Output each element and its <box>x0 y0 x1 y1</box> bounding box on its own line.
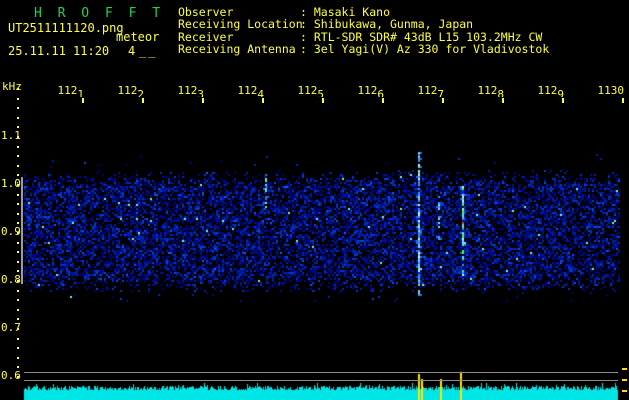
y-axis-tick-dot <box>17 318 19 320</box>
y-axis-tick-dot <box>17 146 19 148</box>
strip-scale-mark <box>622 390 627 392</box>
x-axis-tick <box>142 98 144 103</box>
header-info-row: Receiving Antenna : 3el Yagi(V) Az 330 fo… <box>178 42 550 57</box>
y-axis-tick-dot <box>17 194 19 196</box>
y-axis-tick-dot <box>17 338 19 340</box>
x-axis-tick <box>502 98 504 103</box>
x-axis-tick-label: 1129 <box>537 84 565 97</box>
y-axis-tick-dot <box>17 328 19 330</box>
x-axis-tick <box>382 98 384 103</box>
strip-scale-mark <box>622 379 627 381</box>
y-axis-tick-dot <box>17 309 19 311</box>
x-axis-tick <box>322 98 324 103</box>
band-edge-marker <box>21 177 23 284</box>
y-axis-unit-label: kHz <box>2 80 22 93</box>
x-axis-tick-label: 1128 <box>477 84 505 97</box>
x-axis-tick <box>622 98 624 103</box>
x-axis-tick-label: 1123 <box>177 84 205 97</box>
x-axis-tick <box>202 98 204 103</box>
y-axis-tick-dot <box>17 184 19 186</box>
y-axis-tick-dot <box>17 290 19 292</box>
hrofft-window: H R O F F T UT2511111120.png meteor 25.1… <box>0 0 629 400</box>
y-axis-tick-dot <box>17 251 19 253</box>
y-axis-tick-dot <box>17 88 19 90</box>
y-axis-tick-dot <box>17 376 19 378</box>
x-axis-tick-label: 1127 <box>417 84 445 97</box>
y-axis-tick-dot <box>17 203 19 205</box>
y-axis-tick-dot <box>17 261 19 263</box>
x-axis-tick-label: 1121 <box>57 84 85 97</box>
strip-grid-line-upper <box>24 372 618 373</box>
echo-count: 4 <box>128 44 136 58</box>
y-axis-tick-dot <box>17 155 19 157</box>
y-axis-tick-dot <box>17 270 19 272</box>
y-axis-tick-dot <box>17 213 19 215</box>
strip-scale-mark <box>622 368 627 370</box>
output-filename: UT2511111120.png <box>8 21 124 35</box>
x-axis-tick-label: 1126 <box>357 84 385 97</box>
y-axis-tick-dot <box>17 366 19 368</box>
y-axis-tick-dot <box>17 222 19 224</box>
y-axis-tick-dot <box>17 232 19 234</box>
x-axis-tick-label: 1130 <box>597 84 625 97</box>
spectrogram-canvas <box>0 0 629 400</box>
echo-count-suffix: __ <box>139 44 158 58</box>
y-axis-tick-dot <box>17 136 19 138</box>
y-axis-tick-dot <box>17 165 19 167</box>
strip-grid-line-lower <box>24 380 618 381</box>
x-axis-tick-label: 1125 <box>297 84 325 97</box>
frame-datetime: 25.11.11 11:20 <box>8 44 110 58</box>
y-axis-tick-dot <box>17 117 19 119</box>
x-axis-tick <box>562 98 564 103</box>
y-axis-tick-dot <box>17 107 19 109</box>
header-info-block: Observer: Masaki Kano Receiving Location:… <box>178 6 549 56</box>
y-axis-tick-dot <box>17 126 19 128</box>
info-label: Receiving Antenna <box>178 42 296 57</box>
x-axis-tick <box>442 98 444 103</box>
info-value: : 3el Yagi(V) Az 330 for Vladivostok <box>300 42 550 57</box>
x-axis-tick-label: 1124 <box>237 84 265 97</box>
x-axis-tick <box>82 98 84 103</box>
y-axis-tick-dot <box>17 299 19 301</box>
y-axis-tick-dot <box>17 98 19 100</box>
x-axis-tick <box>262 98 264 103</box>
y-axis-tick-dot <box>17 174 19 176</box>
y-axis-tick-dot <box>17 357 19 359</box>
y-axis-tick-dot <box>17 280 19 282</box>
y-axis-tick-dot <box>17 242 19 244</box>
x-axis-tick-label: 1122 <box>117 84 145 97</box>
y-axis-tick-dot <box>17 347 19 349</box>
app-title: H R O F F T <box>34 6 165 21</box>
station-label: meteor <box>116 30 160 44</box>
